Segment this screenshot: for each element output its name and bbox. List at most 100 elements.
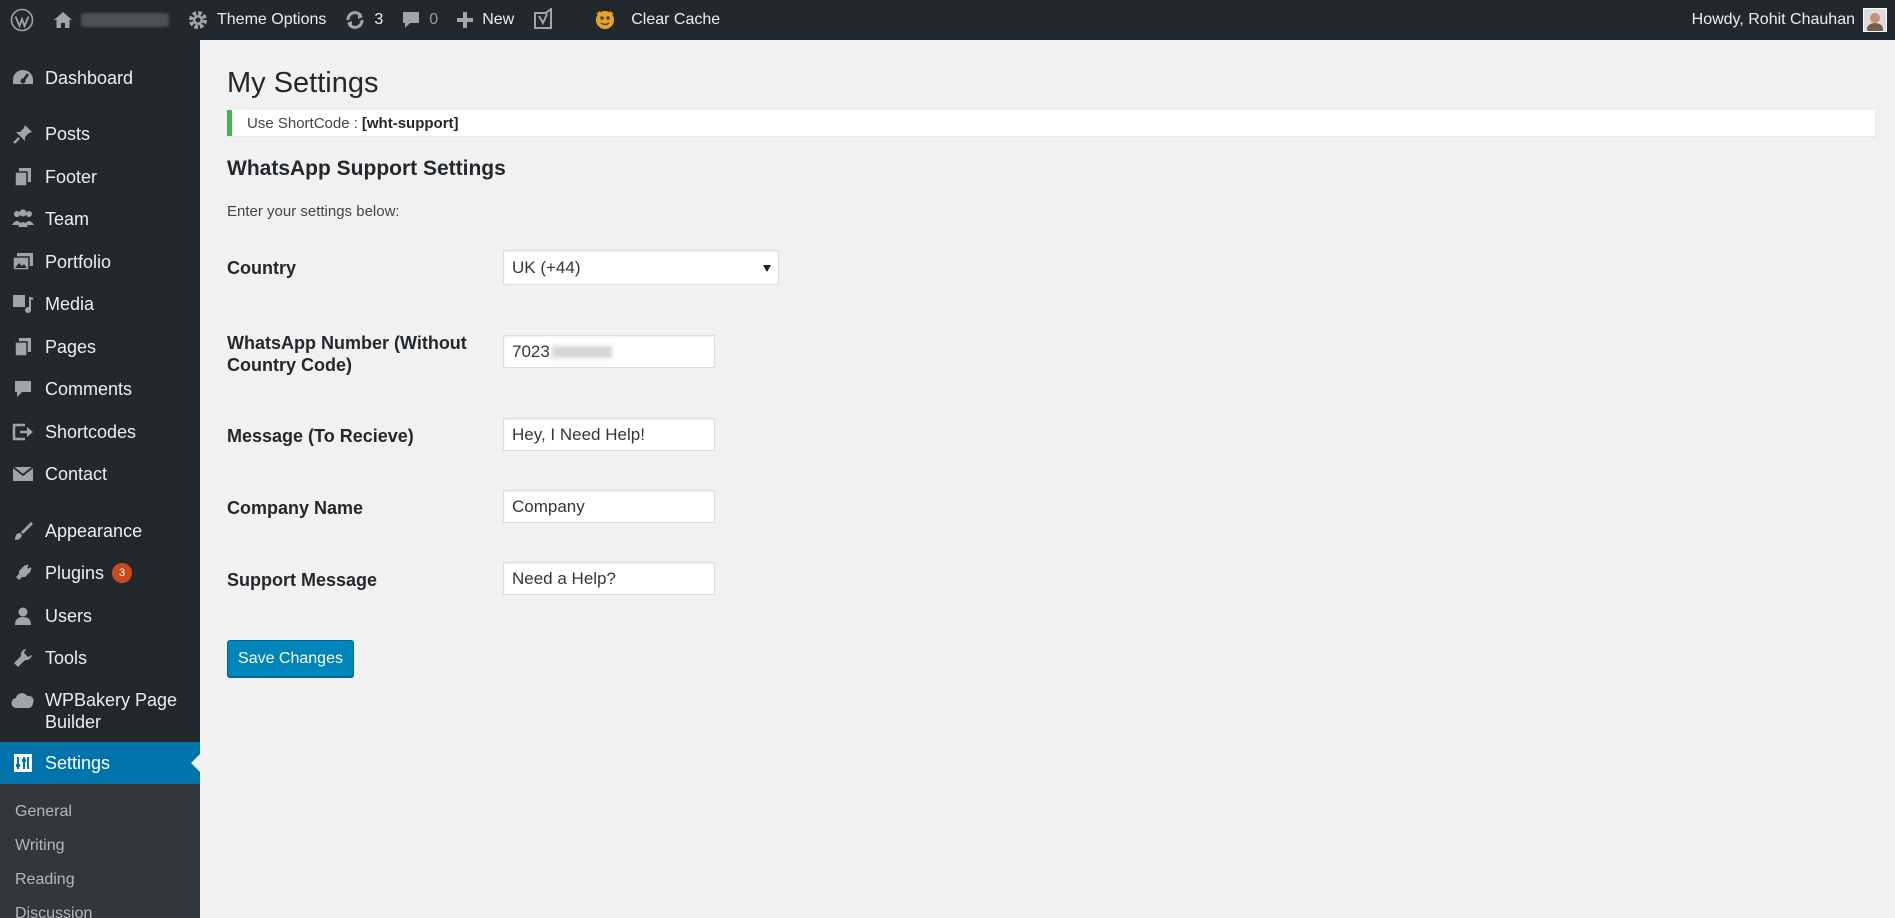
menu-label: Contact	[45, 464, 108, 484]
menu-label: Portfolio	[45, 252, 112, 272]
whatsapp-number-input[interactable]: 7023	[503, 335, 715, 368]
menu-label: Footer	[45, 167, 98, 187]
settings-submenu: General Writing Reading Discussion	[0, 784, 200, 918]
updates-icon	[344, 10, 366, 30]
menu-item-posts[interactable]: Posts	[0, 118, 200, 150]
menu-label: Tools	[45, 648, 88, 668]
theme-options-label: Theme Options	[217, 11, 327, 28]
menu-item-users[interactable]: Users	[0, 600, 200, 632]
submenu-item-writing[interactable]: Writing	[15, 837, 65, 855]
menu-item-tools[interactable]: Tools	[0, 642, 200, 674]
menu-label: Plugins	[45, 563, 105, 583]
menu-label: Comments	[45, 379, 133, 399]
menu-item-wpbakery[interactable]: WPBakery Page Builder	[0, 685, 200, 737]
new-label: New	[482, 11, 515, 28]
team-icon	[0, 209, 45, 229]
support-message-input[interactable]: Need a Help?	[503, 562, 715, 595]
portfolio-icon	[0, 252, 45, 272]
pages-icon	[0, 337, 45, 357]
comments-link[interactable]: 0	[392, 0, 447, 40]
menu-item-pages[interactable]: Pages	[0, 331, 200, 363]
section-description: Enter your settings below:	[227, 203, 400, 220]
submenu-item-discussion[interactable]: Discussion	[15, 905, 92, 918]
menu-label: Shortcodes	[45, 422, 137, 442]
admin-menu: Dashboard Posts Footer Team Portfolio Me…	[0, 40, 200, 918]
submenu-item-general[interactable]: General	[15, 803, 72, 821]
company-name-label: Company Name	[227, 498, 364, 518]
pages-icon	[0, 167, 45, 187]
new-content-link[interactable]: New	[447, 0, 523, 40]
media-icon	[0, 294, 45, 314]
message-label: Message (To Recieve)	[227, 426, 414, 446]
settings-icon	[0, 753, 45, 773]
comment-icon	[401, 10, 421, 30]
section-title: WhatsApp Support Settings	[227, 157, 506, 180]
dashboard-icon	[0, 68, 45, 88]
whatsapp-number-label: WhatsApp Number (Without Country Code)	[227, 333, 467, 375]
notice-text: Use ShortCode :	[247, 114, 358, 132]
menu-item-settings[interactable]: Settings	[0, 742, 200, 784]
country-select[interactable]: UK (+44)	[503, 250, 779, 285]
gear-icon	[187, 9, 209, 31]
menu-item-contact[interactable]: Contact	[0, 458, 200, 490]
clear-cache-label: Clear Cache	[631, 11, 721, 28]
shortcodes-icon	[0, 422, 45, 442]
wordpress-logo-icon[interactable]	[0, 0, 44, 40]
site-name[interactable]	[44, 0, 178, 40]
my-account-link[interactable]: Howdy, Rohit Chauhan	[1683, 0, 1895, 40]
menu-label: Settings	[45, 753, 111, 773]
theme-options-link[interactable]: Theme Options	[178, 0, 335, 40]
menu-label: Posts	[45, 124, 91, 144]
chevron-down-icon	[763, 264, 771, 272]
menu-item-footer[interactable]: Footer	[0, 161, 200, 193]
home-icon	[53, 11, 73, 29]
pushpin-icon	[0, 124, 45, 144]
howdy-text: Howdy, Rohit Chauhan	[1691, 11, 1855, 28]
menu-item-plugins[interactable]: Plugins 3	[0, 557, 200, 589]
envelope-icon	[0, 465, 45, 483]
plugin-icon	[0, 563, 45, 583]
country-value: UK (+44)	[512, 257, 581, 277]
yoast-link[interactable]	[523, 0, 563, 40]
menu-item-portfolio[interactable]: Portfolio	[0, 246, 200, 278]
submenu-item-reading[interactable]: Reading	[15, 871, 75, 889]
redacted-digits	[551, 345, 612, 358]
cloud-icon	[0, 685, 45, 710]
comment-icon	[0, 379, 45, 399]
message-input[interactable]: Hey, I Need Help!	[503, 418, 715, 451]
message-value: Hey, I Need Help!	[512, 424, 645, 444]
menu-label: Team	[45, 209, 90, 229]
menu-item-media[interactable]: Media	[0, 288, 200, 320]
menu-item-comments[interactable]: Comments	[0, 373, 200, 405]
save-changes-button[interactable]: Save Changes	[227, 640, 354, 677]
shortcode-notice: Use ShortCode : [wht-support]	[227, 110, 1875, 136]
menu-item-dashboard[interactable]: Dashboard	[0, 62, 200, 94]
country-label: Country	[227, 258, 296, 278]
menu-label: Media	[45, 294, 95, 314]
notice-shortcode: [wht-support]	[361, 114, 459, 132]
menu-label: Dashboard	[45, 68, 134, 88]
menu-item-team[interactable]: Team	[0, 203, 200, 235]
plugins-update-badge: 3	[112, 563, 133, 583]
updates-link[interactable]: 3	[335, 0, 392, 40]
menu-label: Users	[45, 606, 93, 626]
yoast-icon	[532, 8, 554, 32]
menu-item-appearance[interactable]: Appearance	[0, 515, 200, 547]
menu-label: Appearance	[45, 521, 143, 541]
menu-label: WPBakery Page Builder	[45, 690, 178, 732]
menu-label: Pages	[45, 337, 97, 357]
cache-badge-icon	[593, 8, 617, 32]
wrench-icon	[0, 648, 45, 668]
clear-cache-link[interactable]: Clear Cache	[563, 0, 729, 40]
updates-count: 3	[374, 11, 384, 28]
admin-bar: Theme Options 3 0 New Clear Cache Howdy,…	[0, 0, 1895, 40]
support-message-label: Support Message	[227, 570, 378, 590]
company-name-value: Company	[512, 496, 585, 516]
support-message-value: Need a Help?	[512, 568, 616, 588]
avatar	[1863, 8, 1887, 32]
site-name-blurred	[81, 13, 169, 27]
company-name-input[interactable]: Company	[503, 490, 715, 523]
paintbrush-icon	[0, 521, 45, 541]
menu-item-shortcodes[interactable]: Shortcodes	[0, 416, 200, 448]
plus-icon	[456, 11, 474, 29]
